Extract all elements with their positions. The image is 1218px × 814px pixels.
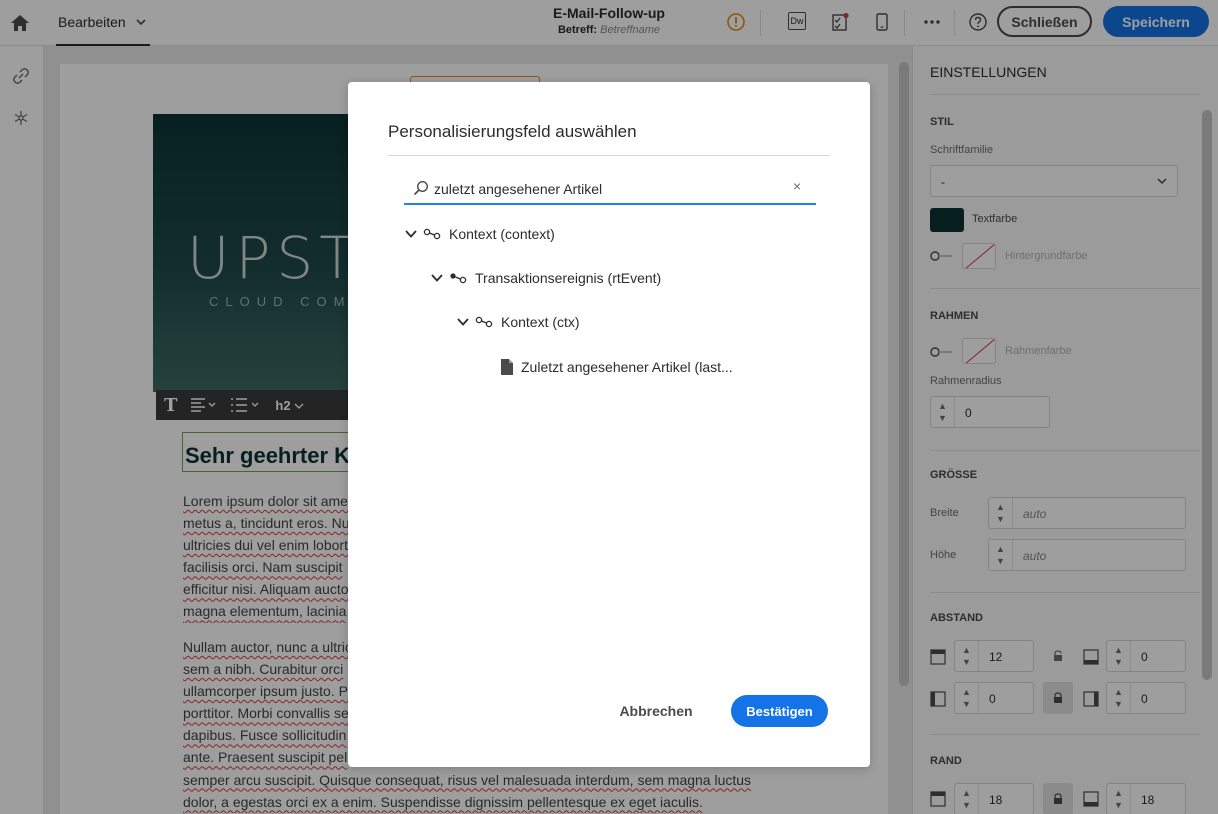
chevron-down-icon[interactable] xyxy=(456,315,470,329)
tree-node-context[interactable]: Kontext (context) xyxy=(404,226,555,242)
document-icon xyxy=(501,359,513,375)
tree-node-ctx[interactable]: Kontext (ctx) xyxy=(456,314,580,330)
search-field[interactable]: × xyxy=(404,174,816,205)
tree-node-label: Kontext (context) xyxy=(449,226,555,242)
link-node-icon xyxy=(423,228,441,240)
confirm-button[interactable]: Bestätigen xyxy=(731,695,828,727)
chevron-down-icon[interactable] xyxy=(430,271,444,285)
cancel-button[interactable]: Abbrechen xyxy=(611,695,701,727)
tree-node-label: Transaktionsereignis (rtEvent) xyxy=(475,270,662,286)
link-node-icon xyxy=(450,273,467,284)
clear-search-button[interactable]: × xyxy=(793,178,801,194)
tree-leaf-last-viewed-item[interactable]: Zuletzt angesehener Artikel (last... xyxy=(501,359,733,375)
link-node-icon xyxy=(475,316,493,328)
dialog-title: Personalisierungsfeld auswählen xyxy=(388,122,637,141)
search-input[interactable] xyxy=(434,178,774,200)
dialog-divider xyxy=(388,155,830,156)
chevron-down-icon[interactable] xyxy=(404,227,418,241)
search-icon xyxy=(413,180,429,196)
personalization-dialog: Personalisierungsfeld auswählen × Kontex… xyxy=(348,82,870,767)
tree-node-label: Kontext (ctx) xyxy=(501,314,580,330)
tree-node-rtevent[interactable]: Transaktionsereignis (rtEvent) xyxy=(430,270,661,286)
tree-leaf-label: Zuletzt angesehener Artikel (last... xyxy=(521,359,733,375)
